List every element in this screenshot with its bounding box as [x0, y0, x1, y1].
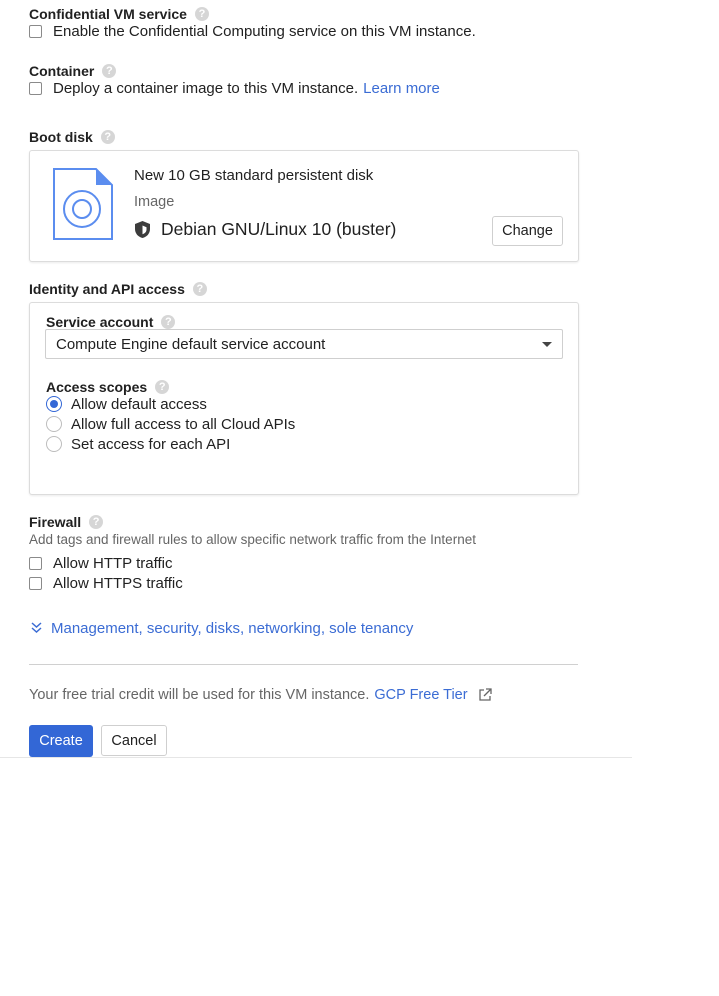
- confidential-vm-title: Confidential VM service ?: [29, 6, 209, 22]
- management-link[interactable]: Management, security, disks, networking,…: [51, 620, 413, 637]
- change-image-button[interactable]: Change: [492, 216, 563, 246]
- radio-button-selected[interactable]: [46, 396, 62, 412]
- scope-option-default[interactable]: Allow default access: [46, 394, 295, 414]
- radio-button[interactable]: [46, 436, 62, 452]
- container-option[interactable]: Deploy a container image to this VM inst…: [29, 80, 440, 97]
- allow-https-option[interactable]: Allow HTTPS traffic: [29, 575, 183, 592]
- divider: [29, 664, 578, 665]
- confidential-vm-option[interactable]: Enable the Confidential Computing servic…: [29, 23, 476, 40]
- radio-button[interactable]: [46, 416, 62, 432]
- boot-disk-card: New 10 GB standard persistent disk Image…: [29, 150, 579, 262]
- identity-card: Service account ? Compute Engine default…: [29, 302, 579, 495]
- firewall-description: Add tags and firewall rules to allow spe…: [29, 532, 476, 547]
- help-icon[interactable]: ?: [194, 7, 209, 21]
- trial-info: Your free trial credit will be used for …: [29, 687, 492, 703]
- bottom-divider: [0, 757, 632, 758]
- container-checkbox[interactable]: [29, 82, 42, 95]
- service-account-label-row: Service account ?: [46, 314, 176, 330]
- access-scopes-group: Allow default access Allow full access t…: [46, 394, 295, 454]
- image-value-row: Debian GNU/Linux 10 (buster): [134, 219, 396, 240]
- learn-more-link[interactable]: Learn more: [363, 80, 440, 97]
- container-title: Container ?: [29, 63, 117, 79]
- shield-icon: [135, 221, 150, 238]
- double-chevron-down-icon: [31, 622, 42, 634]
- firewall-title: Firewall ?: [29, 514, 104, 530]
- boot-disk-title: Boot disk ?: [29, 129, 115, 145]
- external-link-icon[interactable]: [478, 688, 492, 702]
- scope-option-custom[interactable]: Set access for each API: [46, 434, 295, 454]
- confidential-vm-checkbox[interactable]: [29, 25, 42, 38]
- image-value: Debian GNU/Linux 10 (buster): [161, 219, 397, 239]
- allow-http-option[interactable]: Allow HTTP traffic: [29, 555, 172, 572]
- help-icon[interactable]: ?: [100, 130, 115, 144]
- chevron-down-icon: [542, 342, 552, 347]
- access-scopes-label-row: Access scopes ?: [46, 379, 170, 395]
- image-label: Image: [134, 194, 175, 210]
- help-icon[interactable]: ?: [161, 315, 176, 329]
- help-icon[interactable]: ?: [102, 64, 117, 78]
- allow-https-checkbox[interactable]: [29, 577, 42, 590]
- disk-name: New 10 GB standard persistent disk: [134, 167, 374, 184]
- help-icon[interactable]: ?: [192, 282, 207, 296]
- disk-icon: [53, 168, 113, 240]
- service-account-select[interactable]: Compute Engine default service account: [45, 329, 563, 359]
- create-button[interactable]: Create: [29, 725, 93, 757]
- management-expander[interactable]: Management, security, disks, networking,…: [31, 620, 413, 637]
- identity-title: Identity and API access ?: [29, 281, 207, 297]
- cancel-button[interactable]: Cancel: [101, 725, 167, 756]
- scope-option-full[interactable]: Allow full access to all Cloud APIs: [46, 414, 295, 434]
- gcp-free-tier-link[interactable]: GCP Free Tier: [374, 687, 467, 703]
- allow-http-checkbox[interactable]: [29, 557, 42, 570]
- help-icon[interactable]: ?: [89, 515, 104, 529]
- service-account-value: Compute Engine default service account: [56, 335, 326, 353]
- help-icon[interactable]: ?: [155, 380, 170, 394]
